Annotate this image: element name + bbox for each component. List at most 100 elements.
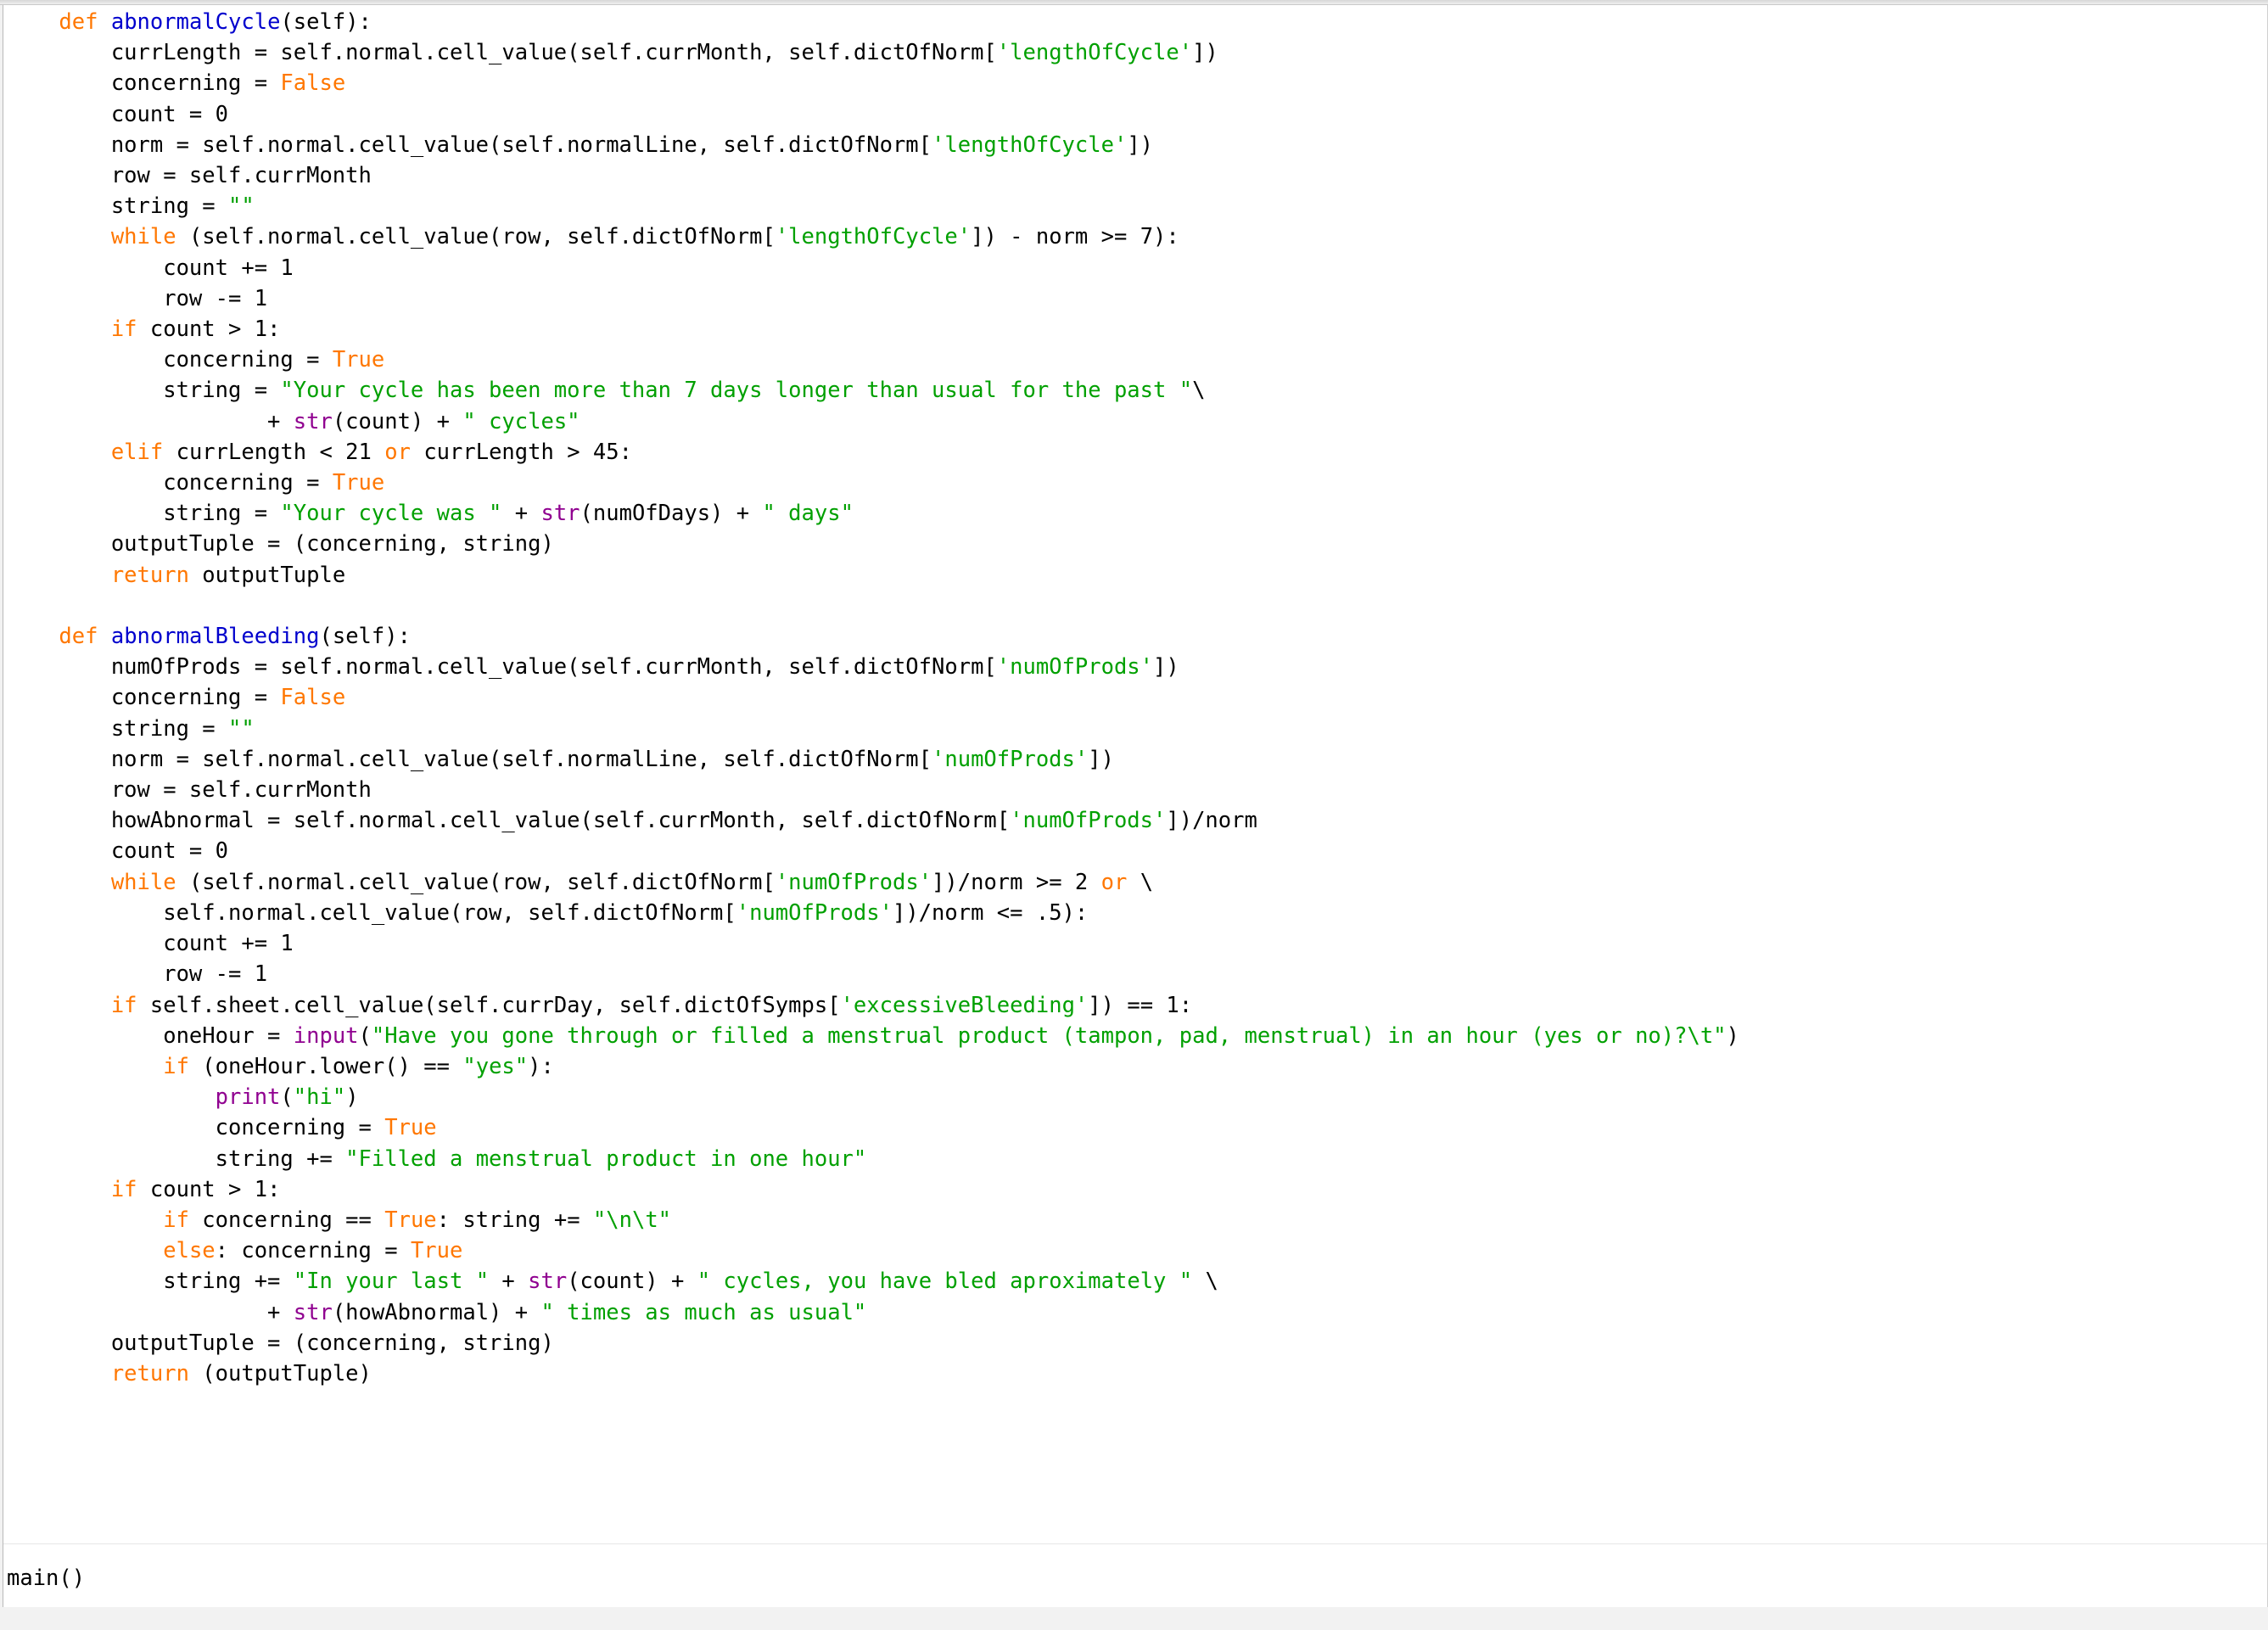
code-token: " cycles" xyxy=(462,408,580,434)
code-scroll-region[interactable]: def abnormalCycle(self): currLength = se… xyxy=(3,5,2267,1543)
module-level-code-region[interactable]: main() xyxy=(3,1543,2267,1607)
code-token: count += 1 xyxy=(7,255,294,281)
code-line: row -= 1 xyxy=(7,286,267,311)
code-token: (self): xyxy=(319,624,411,650)
code-line: def abnormalCycle(self): xyxy=(7,9,371,35)
code-token: def xyxy=(59,9,98,35)
code-token: (numOfDays) + xyxy=(580,501,763,527)
code-token: (self.normal.cell_value(row, self.dictOf… xyxy=(176,869,776,895)
code-token: (count) + xyxy=(567,1269,697,1295)
code-token: concerning == xyxy=(188,1207,385,1233)
code-token: (count) + xyxy=(332,408,463,434)
code-token: count > 1: xyxy=(137,1176,281,1202)
code-line: return (outputTuple) xyxy=(7,1361,372,1386)
code-token: "\n\t" xyxy=(592,1207,672,1233)
code-token: string = xyxy=(7,501,281,527)
code-token: True xyxy=(410,1238,463,1264)
code-token: or xyxy=(1100,869,1128,895)
code-token: string = xyxy=(7,193,228,220)
code-token: "hi" xyxy=(293,1084,346,1111)
code-token: 'excessiveBleeding' xyxy=(840,992,1089,1018)
code-line: + str(howAbnormal) + " times as much as … xyxy=(7,1300,866,1325)
code-line: row -= 1 xyxy=(7,961,267,987)
code-token: 'numOfProds' xyxy=(775,869,932,895)
code-line: norm = self.normal.cell_value(self.norma… xyxy=(7,132,1153,158)
code-token: row = self.currMonth xyxy=(7,163,372,189)
code-token: 'lengthOfCycle' xyxy=(775,224,972,250)
code-token: def xyxy=(59,624,98,650)
code-token: True xyxy=(384,1115,437,1141)
code-token: \ xyxy=(1192,1269,1218,1295)
code-token: count = 0 xyxy=(7,838,228,865)
code-token: concerning = xyxy=(7,685,281,711)
code-token: or xyxy=(384,439,411,465)
code-token: row -= 1 xyxy=(7,961,268,988)
code-token: "yes" xyxy=(462,1053,529,1079)
code-token: ]) xyxy=(1088,746,1114,772)
code-token: (self.normal.cell_value(row, self.dictOf… xyxy=(176,224,776,250)
code-token: norm = self.normal.cell_value(self.norma… xyxy=(7,132,932,158)
code-line: print("hi") xyxy=(7,1084,359,1110)
code-token: if xyxy=(110,316,137,343)
code-token: + xyxy=(7,1299,294,1325)
code-line: oneHour = input("Have you gone through o… xyxy=(7,1023,1739,1049)
code-line: concerning = True xyxy=(7,347,384,372)
code-token: count > 1: xyxy=(137,316,281,343)
code-token: self.normal.cell_value(row, self.dictOfN… xyxy=(7,899,736,926)
code-token: concerning = xyxy=(7,1115,385,1141)
code-token: string = xyxy=(7,378,281,404)
code-line: else: concerning = True xyxy=(7,1238,462,1263)
main-call-block[interactable]: main() xyxy=(7,1563,2267,1594)
code-token: " times as much as usual" xyxy=(540,1299,867,1325)
source-code-block[interactable]: def abnormalCycle(self): currLength = se… xyxy=(7,7,2267,1389)
code-token: ): xyxy=(528,1053,554,1079)
code-line: string = "" xyxy=(7,716,255,742)
code-token: \ xyxy=(1127,869,1154,895)
code-token: str xyxy=(540,501,580,527)
code-line: if count > 1: xyxy=(7,316,281,343)
code-token: "" xyxy=(228,715,255,742)
code-token: return xyxy=(110,562,189,588)
code-token: " cycles, you have bled aproximately " xyxy=(697,1269,1193,1295)
code-token: ]) - norm >= 7): xyxy=(971,224,1179,250)
editor-pane[interactable]: def abnormalCycle(self): currLength = se… xyxy=(3,5,2268,1607)
code-token: 'numOfProds' xyxy=(736,899,893,926)
code-token: ]) xyxy=(1153,654,1179,681)
code-token: outputTuple = (concerning, string) xyxy=(7,531,554,557)
code-token: (outputTuple) xyxy=(188,1360,372,1386)
code-line: + str(count) + " cycles" xyxy=(7,409,580,434)
code-token: ( xyxy=(280,1084,294,1111)
code-line: main() xyxy=(7,1566,85,1591)
code-token: + xyxy=(7,408,294,434)
code-line: concerning = True xyxy=(7,1115,437,1140)
code-line: row = self.currMonth xyxy=(7,163,372,188)
code-token: elif xyxy=(110,439,164,465)
code-token: count += 1 xyxy=(7,931,294,957)
code-line: if (oneHour.lower() == "yes"): xyxy=(7,1054,554,1079)
code-line: if concerning == True: string += "\n\t" xyxy=(7,1207,671,1233)
code-token: 'numOfProds' xyxy=(1010,808,1167,834)
code-token: "Your cycle has been more than 7 days lo… xyxy=(280,378,1193,404)
code-line: while (self.normal.cell_value(row, self.… xyxy=(7,870,1153,895)
code-line: if self.sheet.cell_value(self.currDay, s… xyxy=(7,993,1192,1018)
code-token: "Filled a menstrual product in one hour" xyxy=(345,1145,867,1172)
code-token: "" xyxy=(228,193,255,220)
code-token: ) xyxy=(1726,1022,1739,1049)
code-line: concerning = False xyxy=(7,70,345,96)
code-token: count = 0 xyxy=(7,101,228,127)
code-line: string = "Your cycle was " + str(numOfDa… xyxy=(7,501,854,526)
code-token: True xyxy=(384,1207,437,1233)
code-token: while xyxy=(110,224,176,250)
code-token: + xyxy=(501,501,541,527)
code-line: outputTuple = (concerning, string) xyxy=(7,1330,554,1356)
code-token: ]) xyxy=(1127,132,1154,158)
code-line: string += "In your last " + str(count) +… xyxy=(7,1269,1218,1294)
